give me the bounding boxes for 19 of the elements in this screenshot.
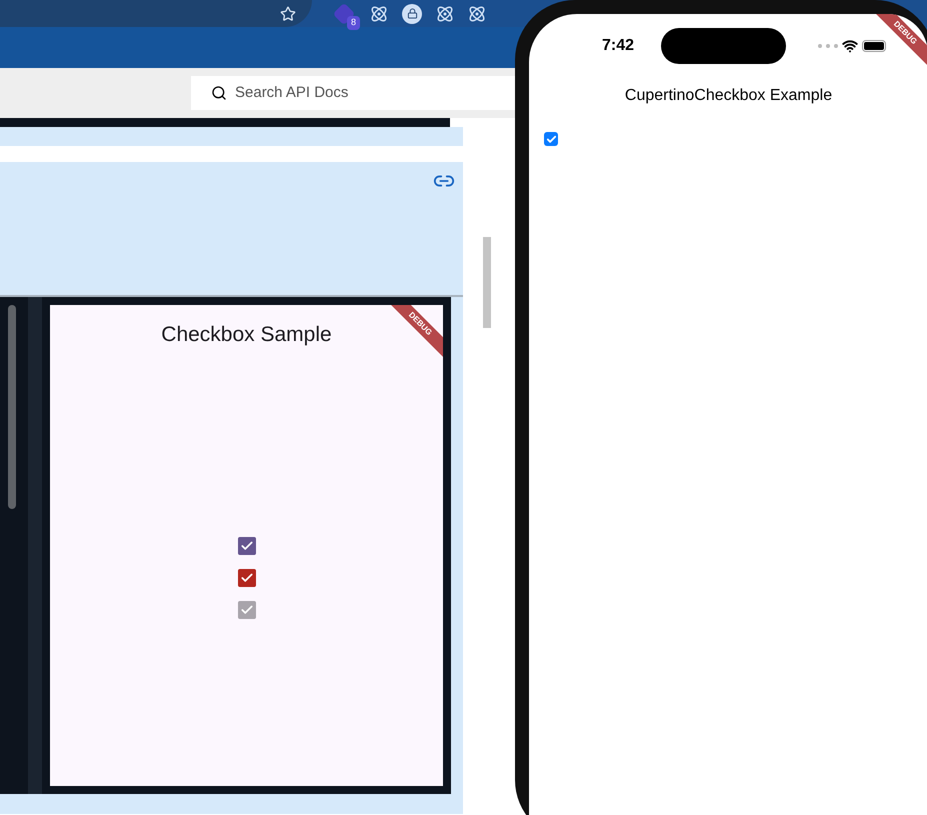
checkbox[interactable] [238,536,256,554]
check-icon [240,570,254,584]
checkbox[interactable] [544,132,558,146]
check-icon [546,134,556,144]
status-time: 7:42 [602,36,636,56]
app-title: CupertinoCheckbox Example [624,86,832,106]
check-icon [240,602,254,616]
lock-icon[interactable] [402,4,422,24]
checkbox[interactable] [238,600,256,618]
extension-badge: 8 [346,16,360,30]
battery-icon [862,40,886,52]
wifi-icon [842,38,858,54]
bookmark-star-icon[interactable] [280,6,296,22]
checkbox[interactable] [238,568,256,586]
search-icon [211,85,227,101]
search-field[interactable]: Search API Docs [191,76,515,110]
app-title: Checkbox Sample [161,322,332,348]
signal-icon [818,44,838,48]
check-icon [240,538,254,552]
